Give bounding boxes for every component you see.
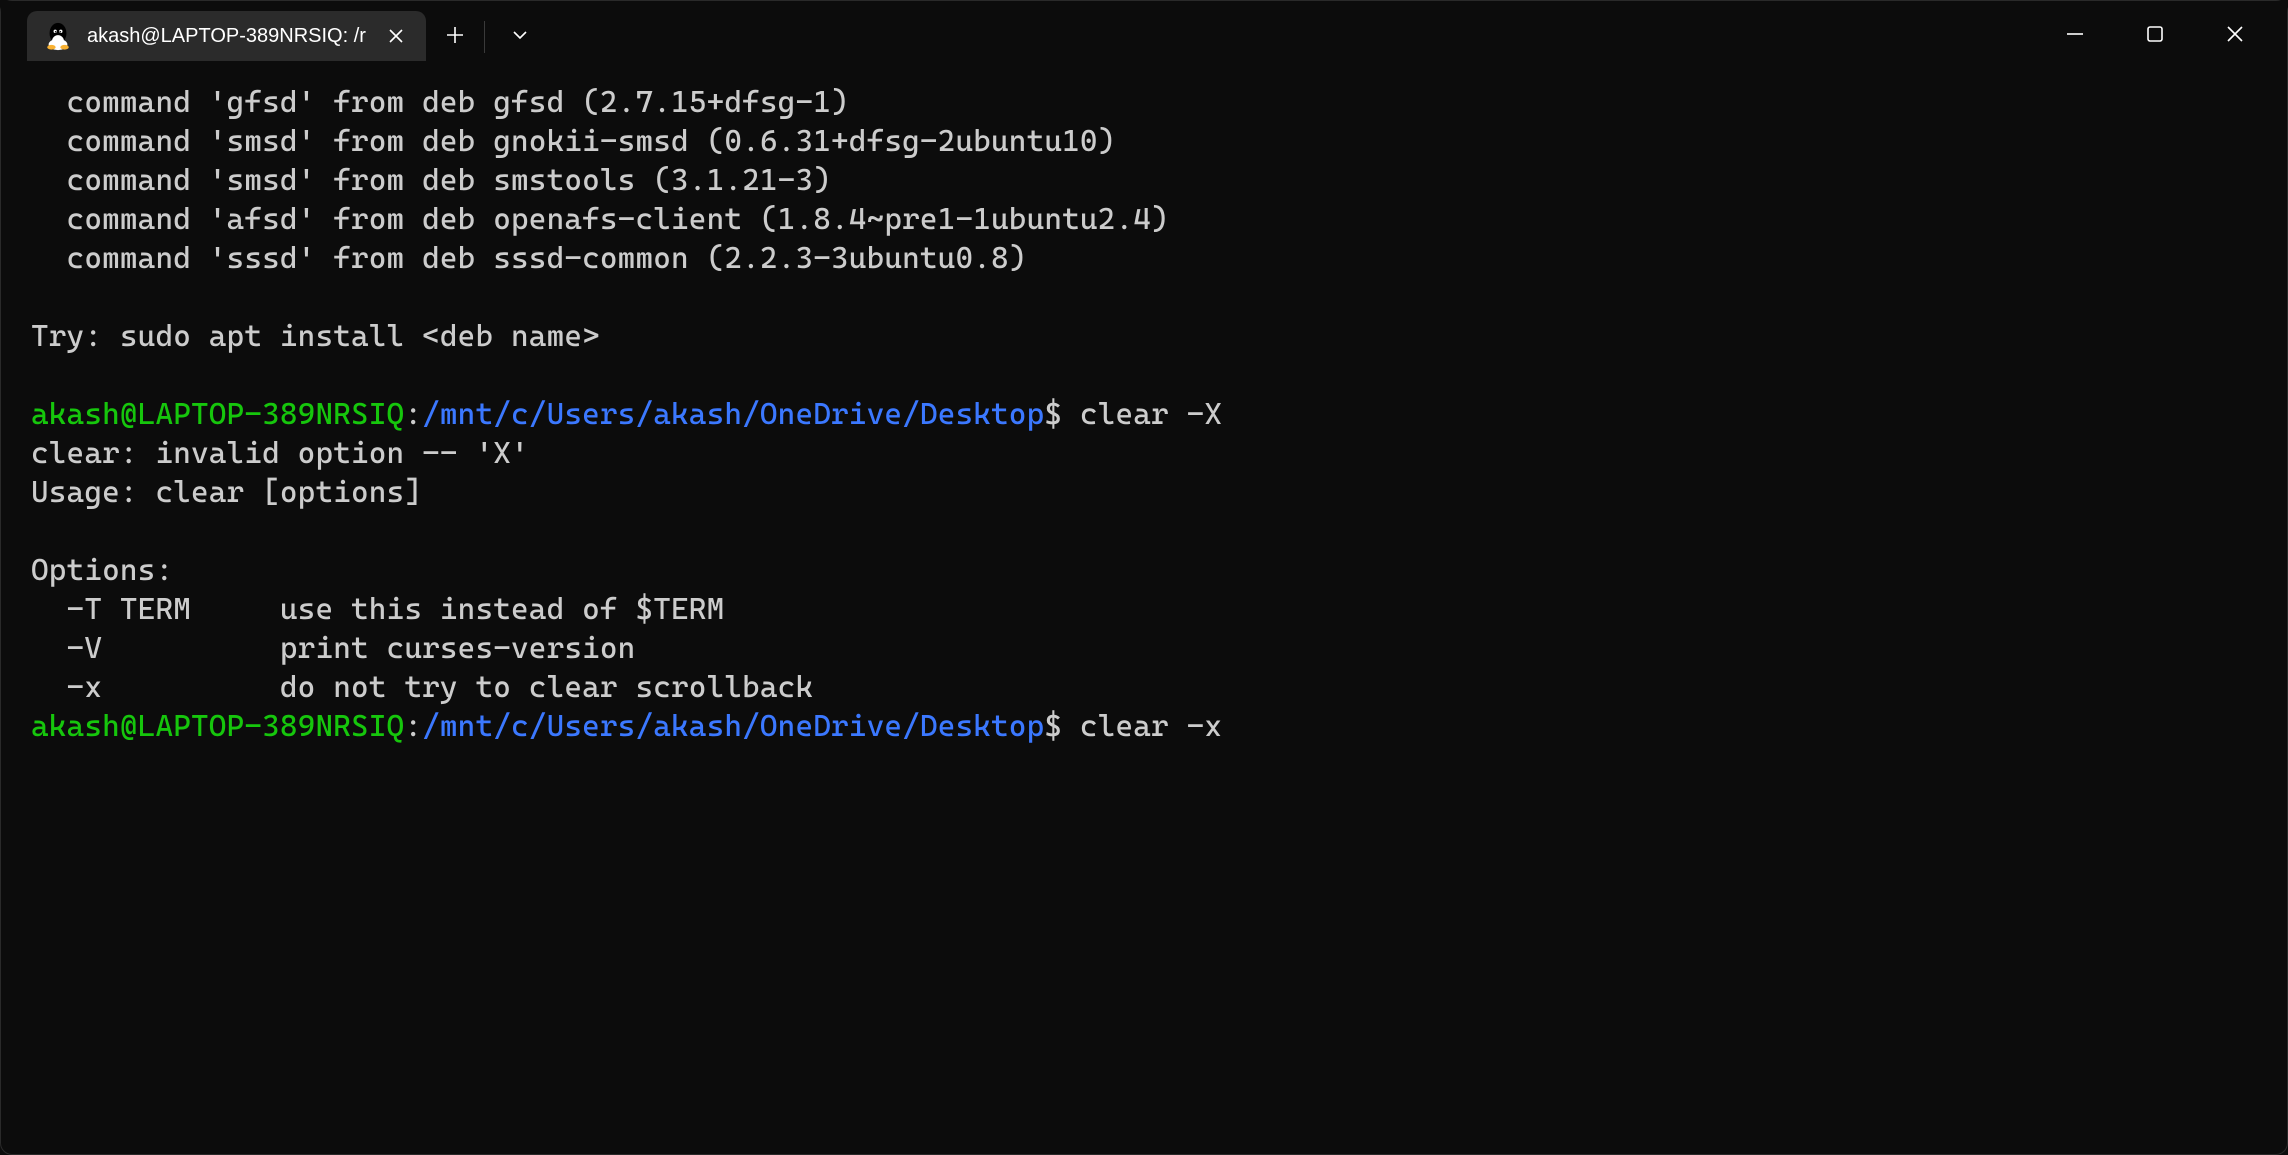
output-line: Options:	[31, 553, 173, 588]
output-line: Try: sudo apt install <deb name>	[31, 319, 600, 354]
minimize-button[interactable]	[2061, 20, 2089, 48]
output-line: command 'smsd' from deb smstools (3.1.21…	[31, 163, 831, 198]
close-window-button[interactable]	[2221, 20, 2249, 48]
output-line: command 'gfsd' from deb gfsd (2.7.15+dfs…	[31, 85, 849, 120]
prompt-userhost: akash@LAPTOP-389NRSIQ	[31, 709, 404, 744]
terminal-output[interactable]: command 'gfsd' from deb gfsd (2.7.15+dfs…	[1, 61, 2287, 746]
tux-icon	[43, 21, 73, 51]
titlebar: akash@LAPTOP-389NRSIQ: /r	[1, 1, 2287, 61]
tab-title: akash@LAPTOP-389NRSIQ: /r	[87, 25, 366, 48]
output-line: -x do not try to clear scrollback	[31, 670, 813, 705]
active-tab[interactable]: akash@LAPTOP-389NRSIQ: /r	[27, 11, 426, 61]
output-line: command 'afsd' from deb openafs-client (…	[31, 202, 1169, 237]
prompt-colon: :	[404, 397, 422, 432]
output-line: clear: invalid option -- 'X'	[31, 436, 529, 471]
output-line: -T TERM use this instead of $TERM	[31, 592, 724, 627]
maximize-button[interactable]	[2141, 20, 2169, 48]
output-line: Usage: clear [options]	[31, 475, 422, 510]
prompt-dollar: $	[1044, 397, 1080, 432]
window-controls	[2061, 20, 2287, 48]
close-tab-button[interactable]	[380, 20, 412, 52]
prompt-command: clear -X	[1080, 397, 1222, 432]
tab-divider	[484, 21, 485, 53]
output-line: command 'sssd' from deb sssd-common (2.2…	[31, 241, 1027, 276]
prompt-colon: :	[404, 709, 422, 744]
prompt-command: clear -x	[1080, 709, 1222, 744]
tab-dropdown-button[interactable]	[497, 12, 543, 58]
prompt-userhost: akash@LAPTOP-389NRSIQ	[31, 397, 404, 432]
output-line: -V print curses-version	[31, 631, 635, 666]
prompt-path: /mnt/c/Users/akash/OneDrive/Desktop	[422, 709, 1044, 744]
prompt-path: /mnt/c/Users/akash/OneDrive/Desktop	[422, 397, 1044, 432]
prompt-dollar: $	[1044, 709, 1080, 744]
output-line: command 'smsd' from deb gnokii-smsd (0.6…	[31, 124, 1115, 159]
new-tab-button[interactable]	[432, 12, 478, 58]
